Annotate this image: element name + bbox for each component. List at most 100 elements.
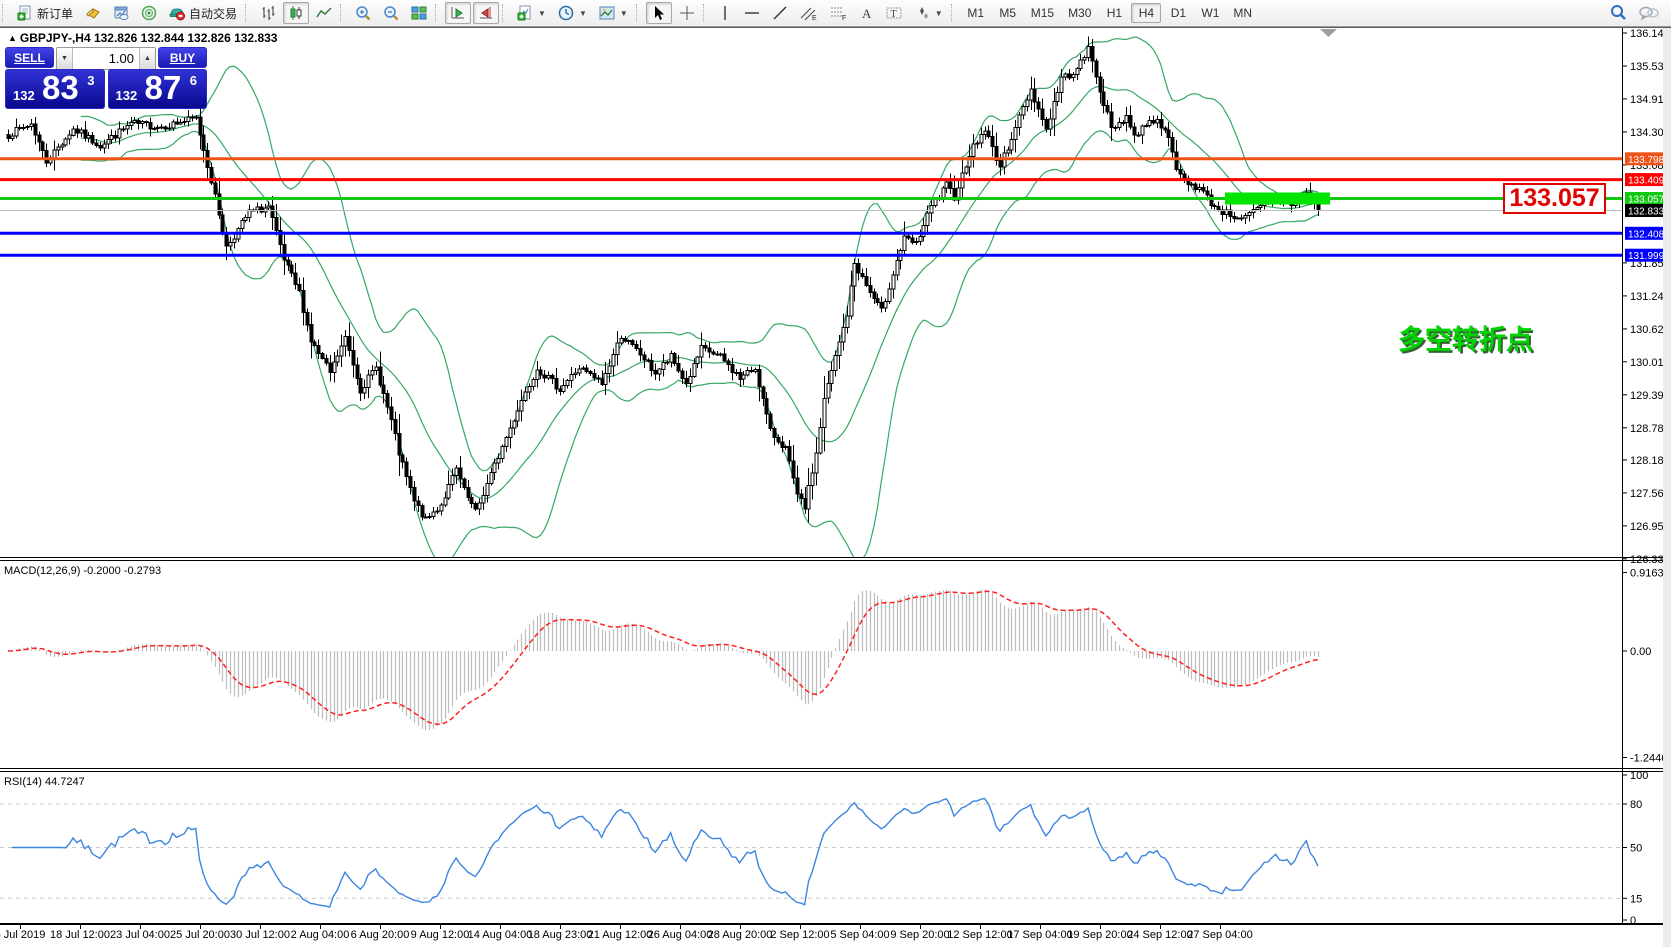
timeframe-button-m1[interactable]: M1 [961,3,991,23]
buy-button[interactable]: BUY [158,47,207,68]
timeframe-button-m15[interactable]: M15 [1025,3,1060,23]
bar-chart-icon [260,5,276,21]
timeframe-button-w1[interactable]: W1 [1195,3,1225,23]
candle-chart-button[interactable] [283,2,309,24]
navigator-button[interactable] [108,2,134,24]
svg-text:132.833: 132.833 [1628,207,1665,218]
sell-price-base: 132 [13,88,35,103]
candle-chart-icon [288,5,304,21]
timeframe-button-m30[interactable]: M30 [1062,3,1097,23]
time-axis-label: 6 Aug 20:00 [351,929,410,941]
auto-scroll-button[interactable] [445,2,471,24]
toolbar-grip [245,4,251,22]
rsi-label: RSI(14) 44.7247 [4,776,85,788]
text-label-icon: T [886,5,902,21]
horizontal-line-icon [744,5,760,21]
periods-button[interactable]: ▼ [553,2,592,24]
templates-button[interactable]: ▼ [594,2,633,24]
chart-shift-button[interactable] [473,2,499,24]
timeframe-button-m5[interactable]: M5 [993,3,1023,23]
time-axis-label: 5 Sep 04:00 [830,929,889,941]
timeframe-button-h1[interactable]: H1 [1099,3,1129,23]
rsi-axis-label: 15 [1630,893,1642,905]
signals-button[interactable] [136,2,162,24]
rsi-axis-label: 80 [1630,799,1642,811]
autotrading-icon [169,5,185,21]
equidistant-channel-icon: E [800,5,818,21]
market-watch-button[interactable] [80,2,106,24]
rsi-axis-label: 50 [1630,843,1642,855]
turning-point-label[interactable]: 多空转折点 [1398,318,1533,357]
text-button[interactable]: A [855,2,879,24]
buy-price-main: 87 [145,69,182,107]
cursor-icon [651,5,667,21]
time-axis-label: 2 Aug 04:00 [291,929,350,941]
trendline-button[interactable] [767,2,793,24]
toolbar-grip [340,4,346,22]
volume-value[interactable]: 1.00 [73,48,139,69]
autotrading-button[interactable]: 自动交易 [164,2,242,24]
new-order-button[interactable]: 新订单 [12,2,78,24]
sell-price-box[interactable]: 132 83 3 [5,69,105,109]
sell-price-main: 83 [42,69,79,107]
timeframe-button-mn[interactable]: MN [1227,3,1258,23]
macd-axis-label: 0.9163 [1630,568,1664,580]
autotrading-label: 自动交易 [189,5,237,22]
rsi-axis-label: 100 [1630,770,1648,782]
time-axis-label: 30 Jul 12:00 [230,929,290,941]
time-axis-label: 26 Aug 04:00 [648,929,713,941]
sell-button[interactable]: SELL [5,47,54,68]
text-label-button[interactable]: T [881,2,907,24]
toolbar-grip [951,4,957,22]
line-chart-icon [316,5,332,21]
line-chart-button[interactable] [311,2,337,24]
time-axis-label: 17 Sep 04:00 [1007,929,1072,941]
fibonacci-icon: F [830,5,848,21]
toolbar-grip [2,4,8,22]
dropdown-caret-icon: ▼ [935,9,943,18]
highlight-zone[interactable] [1225,193,1330,205]
buy-price-pip: 6 [190,73,197,88]
fibonacci-button[interactable]: F [825,2,853,24]
time-axis-label: 18 Jul 12:00 [50,929,110,941]
svg-text:133.057: 133.057 [1628,195,1665,206]
text-icon: A [860,5,874,21]
toolbar: 新订单 自动交易 [0,0,1671,27]
price-callout-box[interactable]: 133.057 [1503,183,1606,214]
vertical-line-button[interactable] [713,2,737,24]
equidistant-channel-button[interactable]: E [795,2,823,24]
chart-area[interactable]: 136.145135.530134.915134.300133.685131.8… [0,27,1671,947]
periods-icon [558,5,574,21]
auto-scroll-icon [450,5,466,21]
tile-windows-button[interactable] [406,2,432,24]
bar-chart-button[interactable] [255,2,281,24]
svg-text:T: T [890,9,896,20]
templates-icon [599,5,615,21]
one-click-trading-panel: SELL ▼ 1.00 ▲ BUY 132 83 3 132 87 6 [5,47,207,109]
timeframe-button-h4[interactable]: H4 [1131,3,1161,23]
chart-canvas[interactable]: 136.145135.530134.915134.300133.685131.8… [0,27,1671,947]
search-button[interactable] [1604,2,1632,24]
macd-axis-label: -1.2446 [1630,753,1667,765]
toolbar-grip [636,4,642,22]
volume-increase-button[interactable]: ▲ [139,48,155,69]
time-axis-label: 28 Aug 20:00 [708,929,773,941]
zoom-out-button[interactable] [378,2,404,24]
toolbar-grip [502,4,508,22]
horizontal-line-button[interactable] [739,2,765,24]
collapse-ohlc-icon[interactable]: ▲ [8,33,17,43]
shapes-button[interactable]: ▼ [909,2,948,24]
chat-button[interactable] [1634,2,1664,24]
time-axis-label: 25 Jul 20:00 [170,929,230,941]
indicators-button[interactable]: ▼ [512,2,551,24]
crosshair-button[interactable] [674,2,700,24]
svg-text:A: A [862,6,872,21]
cursor-button[interactable] [646,2,672,24]
time-axis-label: 21 Aug 12:00 [588,929,653,941]
timeframe-button-d1[interactable]: D1 [1163,3,1193,23]
svg-text:133.409: 133.409 [1628,176,1665,187]
volume-decrease-button[interactable]: ▼ [57,48,73,69]
zoom-in-button[interactable] [350,2,376,24]
buy-price-box[interactable]: 132 87 6 [108,69,208,109]
navigator-icon [113,5,129,21]
